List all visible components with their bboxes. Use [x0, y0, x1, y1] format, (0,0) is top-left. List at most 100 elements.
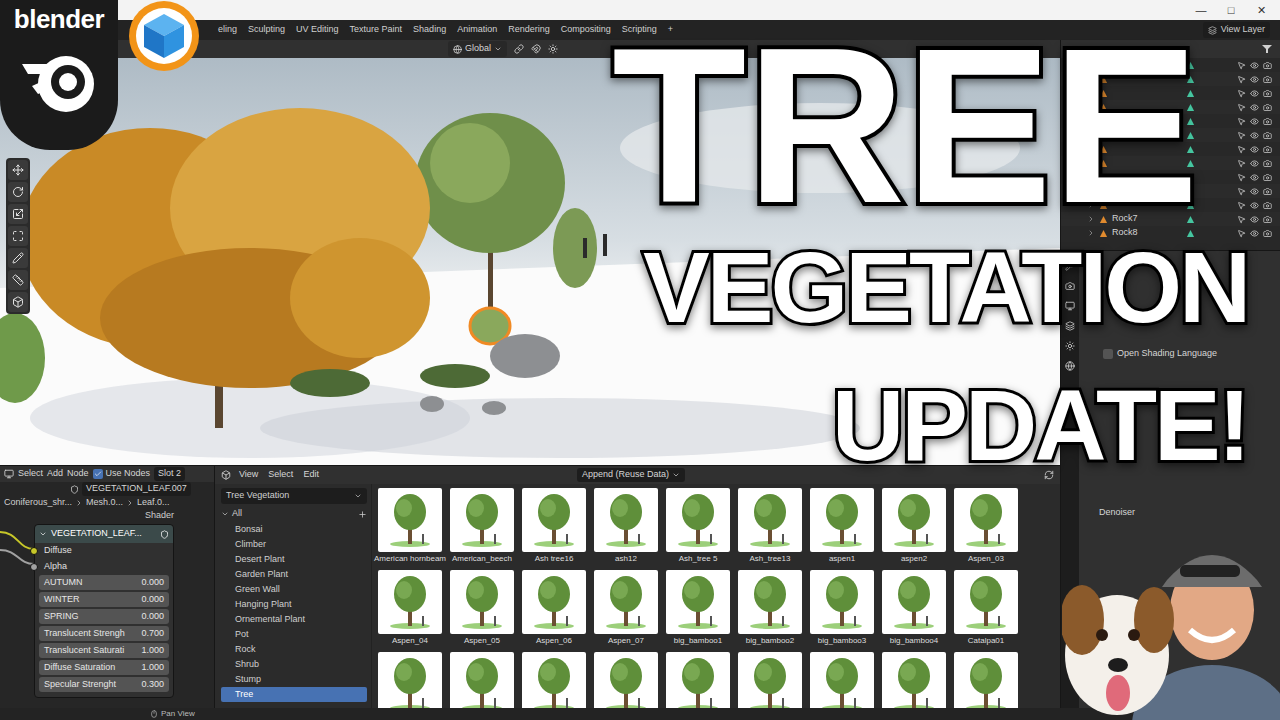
node-field[interactable]: Translucent Strengh0.700 — [39, 626, 169, 641]
catalog-item[interactable]: Tree — [221, 687, 367, 702]
import-method-dropdown[interactable]: Append (Reuse Data) — [577, 468, 685, 482]
tool-button[interactable] — [8, 270, 28, 290]
menu-item[interactable]: Node — [67, 467, 89, 481]
window-control-button[interactable]: — — [1186, 0, 1216, 20]
menu-item[interactable]: Add — [47, 467, 63, 481]
orientation-dropdown[interactable]: Global — [448, 41, 507, 57]
asset-thumbnail — [738, 570, 802, 634]
asset-tile[interactable] — [882, 652, 946, 708]
node-field[interactable]: Specular Strenght0.300 — [39, 677, 169, 692]
catalog-item[interactable]: Climber — [221, 537, 367, 552]
asset-tile[interactable]: American hornbeam — [378, 488, 442, 566]
asset-tile[interactable] — [378, 652, 442, 708]
workspace-tab[interactable]: Shading — [409, 21, 450, 39]
properties-tab[interactable] — [1063, 359, 1077, 373]
asset-tile[interactable]: big_bamboo4 — [882, 570, 946, 648]
tool-button[interactable] — [8, 226, 28, 246]
expand-icon — [1087, 215, 1095, 223]
catalog-item[interactable]: Pot — [221, 627, 367, 642]
asset-tile[interactable]: aspen2 — [882, 488, 946, 566]
node-field[interactable]: WINTER0.000 — [39, 592, 169, 607]
asset-tile[interactable] — [810, 652, 874, 708]
tool-button[interactable] — [8, 292, 28, 312]
asset-tile[interactable] — [594, 652, 658, 708]
asset-tile[interactable]: American_beech — [450, 488, 514, 566]
group-node[interactable]: VEGETATION_LEAF...DiffuseAlphaAUTUMN0.00… — [34, 524, 174, 698]
asset-tile[interactable]: Ash_tree13 — [738, 488, 802, 566]
menu-item[interactable]: Select — [18, 467, 43, 481]
tool-button[interactable] — [8, 204, 28, 224]
node-field[interactable]: Translucent Saturati1.000 — [39, 643, 169, 658]
asset-tile[interactable]: aspen1 — [810, 488, 874, 566]
asset-tile[interactable] — [738, 652, 802, 708]
socket-icon[interactable] — [30, 547, 38, 555]
checkbox-row[interactable]: Open Shading Language — [1079, 347, 1280, 361]
outliner-row[interactable]: Rock8 — [1061, 226, 1280, 240]
catalog-item[interactable]: Stump — [221, 672, 367, 687]
tool-button[interactable] — [8, 160, 28, 180]
asset-tile[interactable] — [666, 652, 730, 708]
add-workspace-button[interactable]: + — [664, 23, 677, 37]
catalog-item[interactable]: Desert Plant — [221, 552, 367, 567]
tool-button[interactable] — [8, 182, 28, 202]
asset-tile[interactable]: big_bamboo1 — [666, 570, 730, 648]
workspace-tab[interactable]: UV Editing — [292, 21, 343, 39]
menu-item[interactable]: Select — [266, 468, 295, 482]
tool-button[interactable] — [8, 248, 28, 268]
catalog-item[interactable]: Shrub — [221, 657, 367, 672]
asset-tile[interactable]: big_bamboo2 — [738, 570, 802, 648]
catalog-item[interactable]: Bonsai — [221, 522, 367, 537]
outliner-row[interactable]: Rock7 — [1061, 212, 1280, 226]
library-dropdown[interactable]: Tree Vegetation — [221, 488, 367, 504]
catalog-item[interactable]: Garden Plant — [221, 567, 367, 582]
asset-tile[interactable]: Aspen_05 — [450, 570, 514, 648]
view-layer-field[interactable]: View Layer — [1203, 22, 1270, 38]
workspace-tab[interactable]: Scripting — [618, 21, 661, 39]
tree-thumbnail-icon — [666, 652, 730, 708]
workspace-tab[interactable]: Compositing — [557, 21, 615, 39]
node-field[interactable]: SPRING0.000 — [39, 609, 169, 624]
catalog-item[interactable]: Hanging Plant — [221, 597, 367, 612]
use-nodes-toggle[interactable]: Use Nodes — [93, 467, 151, 481]
asset-tile[interactable]: Aspen_04 — [378, 570, 442, 648]
breadcrumb-item[interactable]: Mesh.0... — [86, 496, 123, 510]
menu-item[interactable]: Edit — [301, 468, 321, 482]
window-control-button[interactable]: □ — [1216, 0, 1246, 20]
catalog-item[interactable]: Rock — [221, 642, 367, 657]
node-field[interactable]: AUTUMN0.000 — [39, 575, 169, 590]
asset-tile[interactable]: Aspen_07 — [594, 570, 658, 648]
window-control-button[interactable]: ✕ — [1246, 0, 1276, 20]
properties-tab[interactable] — [1063, 339, 1077, 353]
slot-dropdown[interactable]: Slot 2 — [154, 467, 185, 481]
asset-tile[interactable]: Ash_tree 5 — [666, 488, 730, 566]
asset-tile[interactable] — [954, 652, 1018, 708]
catalog-item[interactable]: Green Wall — [221, 582, 367, 597]
socket-icon[interactable] — [30, 563, 38, 571]
node-canvas[interactable]: VEGETATION_LEAF...DiffuseAlphaAUTUMN0.00… — [0, 522, 214, 708]
property-checkbox[interactable] — [1103, 349, 1113, 359]
menu-item[interactable]: View — [237, 468, 260, 482]
filter-icon[interactable] — [1262, 44, 1272, 54]
asset-tile[interactable]: ash12 — [594, 488, 658, 566]
material-field[interactable]: VEGETATION_LEAF.007 — [82, 482, 191, 496]
asset-tile[interactable]: Ash tree16 — [522, 488, 586, 566]
asset-tile[interactable]: big_bamboo3 — [810, 570, 874, 648]
breadcrumb-item[interactable]: Leaf.0... — [137, 496, 170, 510]
breadcrumb-item[interactable]: Coniferous_shr... — [4, 496, 72, 510]
use-nodes-checkbox[interactable] — [93, 469, 103, 479]
workspace-tab[interactable]: Animation — [453, 21, 501, 39]
workspace-tab[interactable]: Texture Paint — [346, 21, 407, 39]
asset-tile[interactable]: Aspen_06 — [522, 570, 586, 648]
asset-tile[interactable] — [450, 652, 514, 708]
asset-tile[interactable] — [522, 652, 586, 708]
node-field[interactable]: Diffuse Saturation1.000 — [39, 660, 169, 675]
catalog-root[interactable]: All — [221, 506, 367, 522]
workspace-tab[interactable]: Sculpting — [244, 21, 289, 39]
mesh-data-icon — [1186, 215, 1195, 224]
asset-tile[interactable]: Aspen_03 — [954, 488, 1018, 566]
workspace-tab[interactable]: Rendering — [504, 21, 554, 39]
workspace-tab[interactable]: eling — [214, 21, 241, 39]
asset-tile[interactable]: Catalpa01 — [954, 570, 1018, 648]
catalog-item[interactable]: Ornemental Plant — [221, 612, 367, 627]
chevron-down-icon — [672, 471, 680, 479]
